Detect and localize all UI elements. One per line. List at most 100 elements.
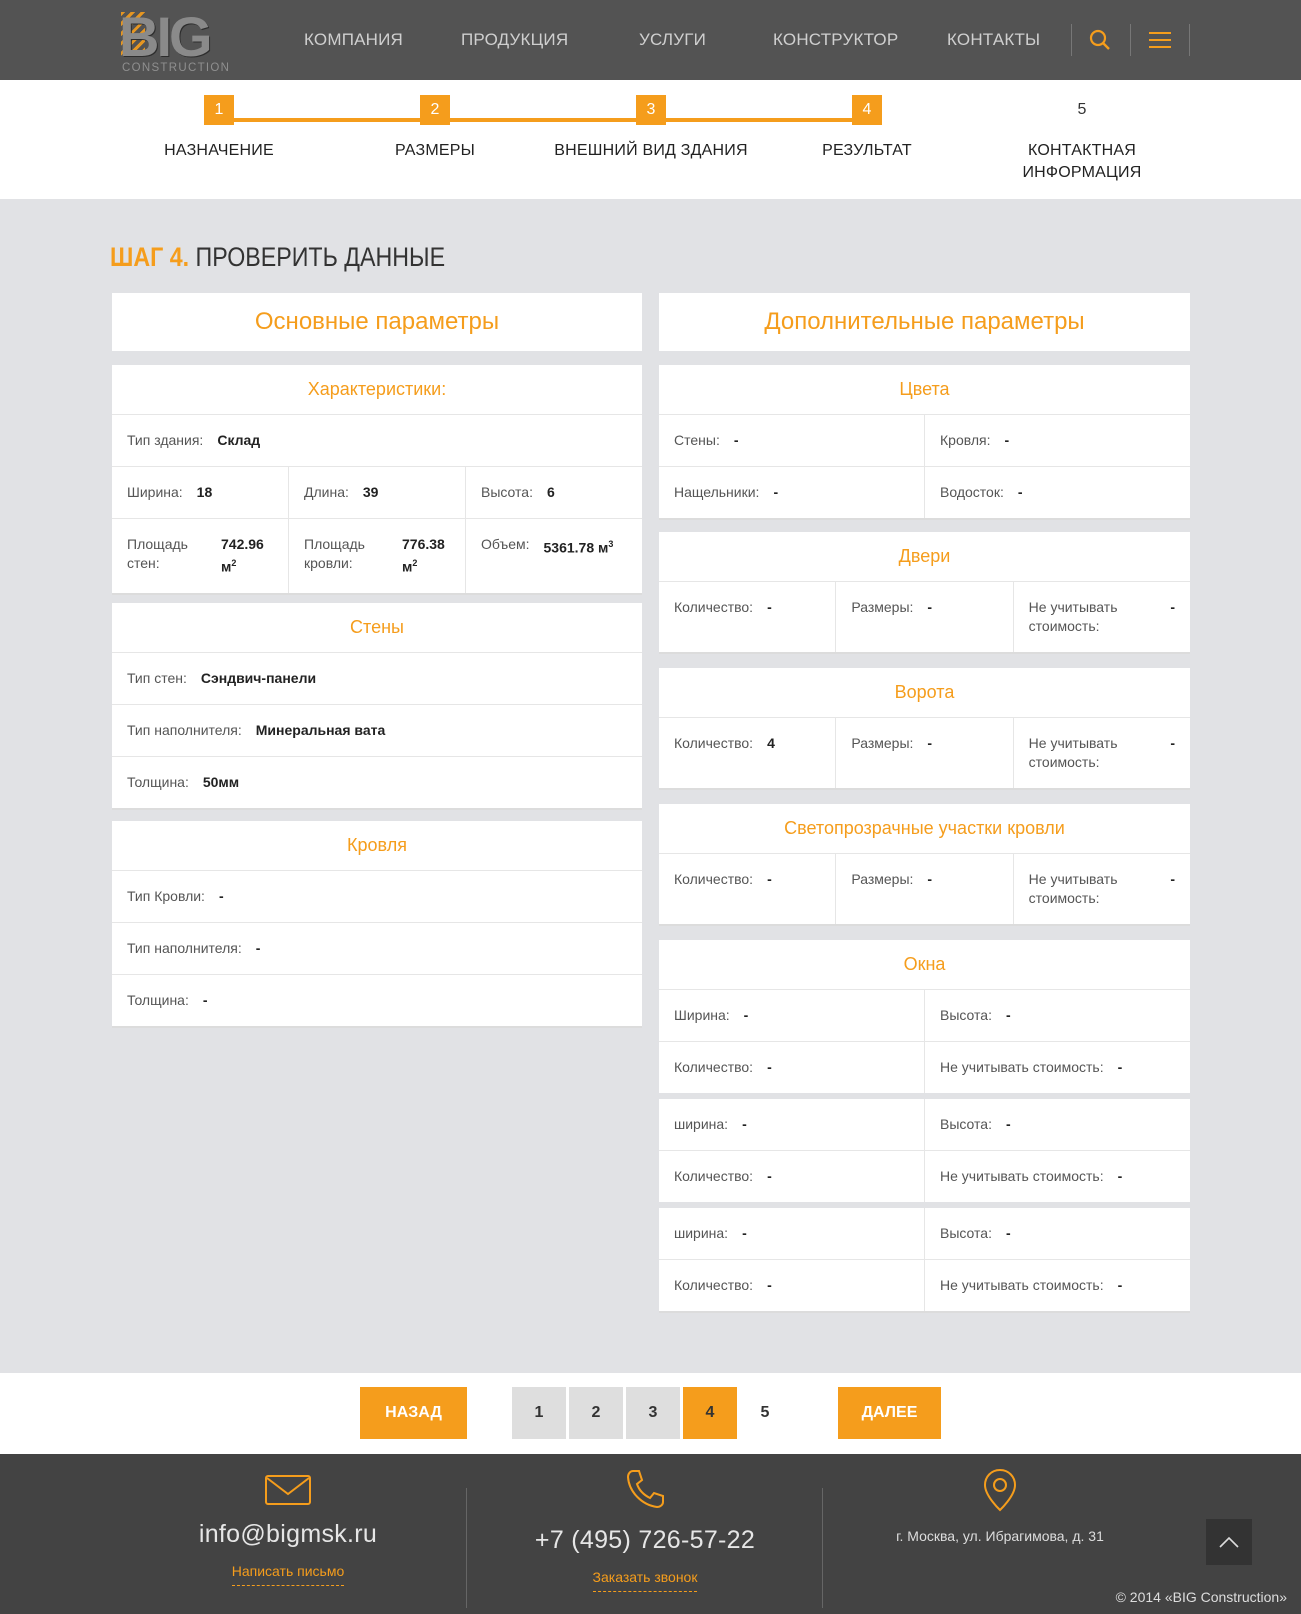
volume-cell: Объем: 5361.78 м3: [466, 519, 642, 593]
table-row: Тип Кровли: -: [112, 871, 642, 923]
window-qty-label: Количество:: [674, 1168, 754, 1184]
roof-area-label: Площадь кровли:: [304, 536, 365, 571]
site-header: BIG CONSTRUCTION КОМПАНИЯ ПРОДУКЦИЯ УСЛУ…: [0, 0, 1301, 80]
window-width-value: -: [742, 1116, 747, 1132]
gates-ignore-label: Не учитывать стоимость:: [1028, 735, 1118, 770]
footer-email[interactable]: info@bigmsk.ru: [168, 1520, 408, 1549]
gates-qty-value: 4: [767, 735, 775, 751]
footer-phone-block: +7 (495) 726-57-22 Заказать звонок: [520, 1454, 770, 1592]
window-ignore-label: Не учитывать стоимость:: [940, 1168, 1104, 1184]
window-height-cell: Высота: -: [925, 1099, 1190, 1150]
doors-ignore-cell: Не учитывать стоимость: -: [1014, 582, 1190, 652]
step-3-label[interactable]: ВНЕШНИЙ ВИД ЗДАНИЯ: [541, 140, 761, 162]
window-ignore-value: -: [1117, 1277, 1123, 1293]
window-qty-cell: Количество: -: [659, 1260, 925, 1311]
windows-group-1: Ширина: - Высота: - Количество: - Не учи…: [659, 990, 1190, 1093]
roof-area-value: 776.38 м2: [402, 536, 445, 575]
height-value: 6: [546, 484, 555, 500]
page-5-button[interactable]: 5: [738, 1387, 792, 1439]
nav-company[interactable]: КОМПАНИЯ: [304, 30, 403, 50]
gutter-color-value: -: [1017, 484, 1023, 500]
step-5-number[interactable]: 5: [1067, 95, 1097, 125]
table-row: Площадь стен: 742.96 м2 Площадь кровли: 776…: [112, 519, 642, 593]
nav-contacts[interactable]: КОНТАКТЫ: [947, 30, 1040, 50]
logo[interactable]: BIG CONSTRUCTION: [119, 6, 244, 75]
step-5-label[interactable]: КОНТАКТНАЯ ИНФОРМАЦИЯ: [972, 140, 1192, 184]
logo-subtitle: CONSTRUCTION: [122, 62, 231, 74]
page-3-button[interactable]: 3: [626, 1387, 680, 1439]
window-ignore-label: Не учитывать стоимость:: [940, 1059, 1104, 1075]
window-height-label: Высота:: [940, 1225, 992, 1241]
window-qty-label: Количество:: [674, 1059, 754, 1075]
wall-thickness-label: Толщина:: [127, 774, 189, 790]
characteristics-title: Характеристики:: [112, 365, 642, 415]
gates-qty-label: Количество:: [674, 735, 754, 751]
request-call-link[interactable]: Заказать звонок: [592, 1569, 698, 1592]
back-button[interactable]: НАЗАД: [360, 1387, 467, 1439]
table-row: ширина: - Высота: -: [659, 1208, 1190, 1260]
doors-qty-value: -: [767, 599, 772, 615]
step-4-number[interactable]: 4: [852, 95, 882, 125]
nav-services[interactable]: УСЛУГИ: [639, 30, 706, 50]
window-height-value: -: [1005, 1225, 1011, 1241]
window-ignore-cell: Не учитывать стоимость: -: [925, 1042, 1190, 1093]
window-width-cell: ширина: -: [659, 1099, 925, 1150]
window-height-cell: Высота: -: [925, 990, 1190, 1041]
page-4-button[interactable]: 4: [683, 1387, 737, 1439]
step-3-number[interactable]: 3: [636, 95, 666, 125]
building-type-cell: Тип здания: Склад: [112, 415, 642, 466]
building-type-value: Склад: [217, 432, 261, 448]
footer-phone[interactable]: +7 (495) 726-57-22: [520, 1526, 770, 1555]
header-divider: [1071, 24, 1072, 56]
gates-qty-cell: Количество: 4: [659, 718, 837, 788]
wall-filler-label: Тип наполнителя:: [127, 722, 242, 738]
step-1-label[interactable]: НАЗНАЧЕНИЕ: [109, 140, 329, 162]
page-title-step: ШАГ 4.: [110, 242, 190, 272]
doors-size-label: Размеры:: [851, 599, 914, 615]
nav-constructor[interactable]: КОНСТРУКТОР: [773, 30, 898, 50]
skylights-qty-value: -: [767, 871, 772, 887]
next-button[interactable]: ДАЛЕЕ: [838, 1387, 941, 1439]
roof-filler-value: -: [255, 940, 261, 956]
length-label: Длина:: [304, 484, 349, 500]
write-letter-link[interactable]: Написать письмо: [231, 1563, 345, 1586]
window-qty-value: -: [767, 1277, 772, 1293]
building-type-label: Тип здания:: [127, 432, 204, 448]
page-2-button[interactable]: 2: [569, 1387, 623, 1439]
table-row: Количество: - Не учитывать стоимость: -: [659, 1151, 1190, 1202]
window-height-value: -: [1005, 1116, 1011, 1132]
step-1-number[interactable]: 1: [204, 95, 234, 125]
menu-icon[interactable]: [1140, 24, 1180, 56]
height-label: Высота:: [481, 484, 533, 500]
table-row: Нащельники: - Водосток: -: [659, 467, 1190, 518]
gutter-color-label: Водосток:: [940, 484, 1004, 500]
table-row: Стены: - Кровля: -: [659, 415, 1190, 467]
skylights-ignore-label: Не учитывать стоимость:: [1028, 871, 1118, 906]
wall-area-label: Площадь стен:: [127, 536, 188, 571]
wall-area-value: 742.96 м2: [221, 536, 264, 575]
gates-ignore-value: -: [1170, 735, 1175, 751]
table-row: Количество: - Размеры: - Не учитывать сто…: [659, 854, 1190, 924]
wall-thickness-value: 50мм: [202, 774, 240, 790]
mail-icon: [168, 1474, 408, 1512]
table-row: Толщина: -: [112, 975, 642, 1026]
nav-products[interactable]: ПРОДУКЦИЯ: [461, 30, 568, 50]
windows-group-3: ширина: - Высота: - Количество: - Не учи…: [659, 1202, 1190, 1311]
scroll-to-top-button[interactable]: [1206, 1519, 1252, 1565]
step-2-number[interactable]: 2: [420, 95, 450, 125]
search-icon[interactable]: [1080, 24, 1120, 56]
roof-thickness-value: -: [202, 992, 208, 1008]
width-label: Ширина:: [127, 484, 183, 500]
main-params-header: Основные параметры: [112, 293, 642, 351]
window-height-label: Высота:: [940, 1007, 992, 1023]
page-1-button[interactable]: 1: [512, 1387, 566, 1439]
roof-filler-label: Тип наполнителя:: [127, 940, 242, 956]
site-footer: info@bigmsk.ru Написать письмо +7 (495) …: [0, 1454, 1301, 1614]
step-4-label[interactable]: РЕЗУЛЬТАТ: [757, 140, 977, 162]
step-2-label[interactable]: РАЗМЕРЫ: [325, 140, 545, 162]
length-cell: Длина: 39: [289, 467, 466, 518]
window-width-value: -: [743, 1007, 749, 1023]
footer-address: г. Москва, ул. Ибрагимова, д. 31: [896, 1528, 1104, 1544]
location-pin-icon: [880, 1468, 1120, 1512]
walls-title: Стены: [112, 603, 642, 653]
